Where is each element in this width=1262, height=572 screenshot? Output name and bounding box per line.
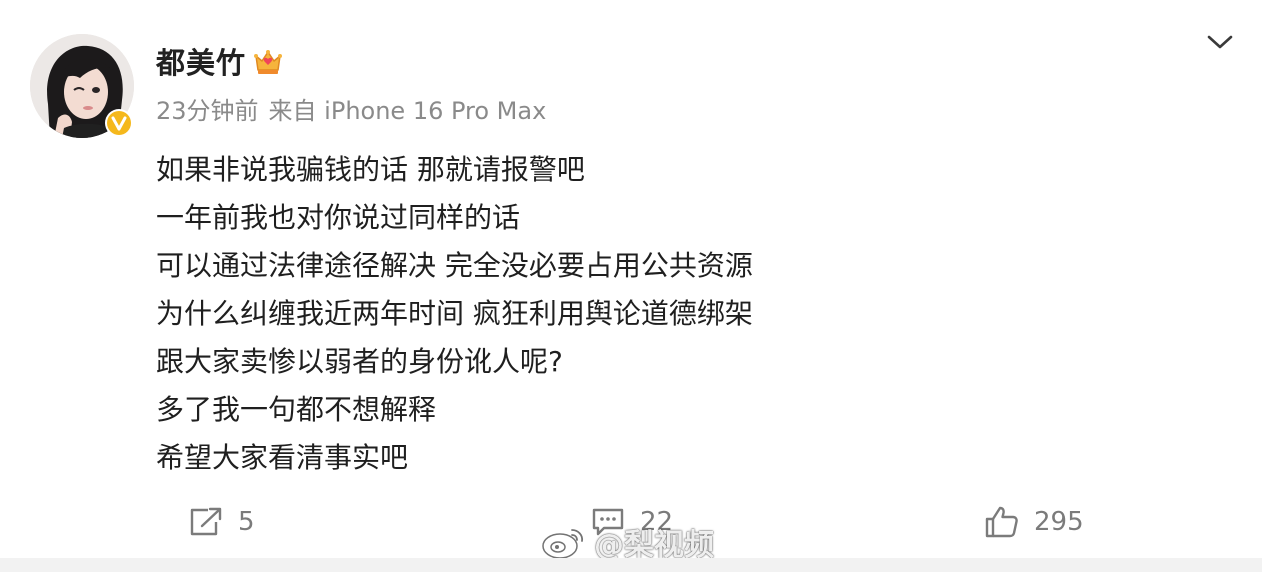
share-icon — [190, 507, 222, 536]
avatar-container[interactable] — [30, 34, 134, 138]
chevron-down-icon[interactable] — [1206, 30, 1234, 54]
share-count: 5 — [238, 507, 255, 537]
post-meta: 23分钟前 来自 iPhone 16 Pro Max — [156, 96, 546, 126]
post-text-line: 一年前我也对你说过同样的话 — [156, 201, 521, 234]
post-text-line: 如果非说我骗钱的话 那就请报警吧 — [156, 153, 585, 186]
post-text-line: 希望大家看清事实吧 — [156, 441, 409, 474]
post-text-line: 可以通过法律途径解决 完全没必要占用公共资源 — [156, 249, 753, 282]
post-text-line: 为什么纠缠我近两年时间 疯狂利用舆论道德绑架 — [156, 297, 753, 330]
post-source: 来自 iPhone 16 Pro Max — [268, 97, 547, 125]
weibo-post-card: 都美竹 23分钟前 来自 iPhone 16 Pro Max 如果非说我骗钱的话 … — [0, 0, 1262, 563]
like-count: 295 — [1034, 507, 1084, 537]
like-button[interactable]: 295 — [984, 502, 1084, 542]
feed-divider — [0, 558, 1262, 572]
post-text-line: 多了我一句都不想解释 — [156, 393, 437, 426]
share-button[interactable]: 5 — [188, 502, 255, 542]
post-time: 23分钟前 — [156, 97, 259, 125]
verified-v-icon — [104, 108, 134, 138]
thumbs-up-icon — [985, 506, 1018, 538]
post-text-line: 跟大家卖惨以弱者的身份讹人呢? — [156, 345, 563, 378]
weibo-logo-icon — [542, 529, 584, 559]
crown-badge-icon[interactable] — [252, 46, 284, 78]
post-content: 如果非说我骗钱的话 那就请报警吧 一年前我也对你说过同样的话 可以通过法律途径解… — [156, 146, 1216, 482]
user-name[interactable]: 都美竹 — [156, 44, 246, 82]
